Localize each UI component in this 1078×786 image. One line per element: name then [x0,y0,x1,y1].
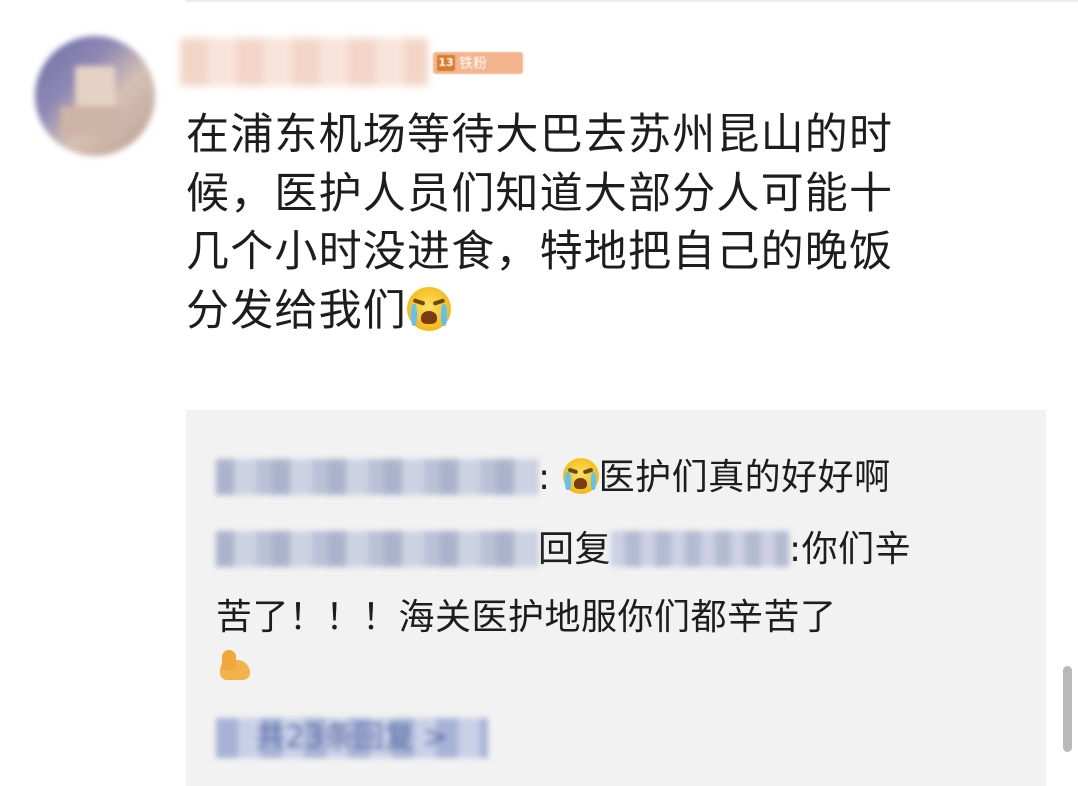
comment-line-4-text: 分发给我们 [186,285,407,336]
reply-text: 医护们真的好好啊 [598,457,891,498]
badge-level-icon: 13 [437,55,455,71]
comment-line-3: 几个小时没进食，特地把自己的晚饭 [186,227,894,277]
flexed-biceps-icon [216,648,256,688]
reply-separator: : [538,457,551,498]
reply-username-blurred[interactable] [216,459,538,495]
comment-text: 在浦东机场等待大巴去苏州昆山的时 候，医护人员们知道大部分人可能十 几个小时没进… [186,106,1036,340]
more-replies-label[interactable]: 共23条回复 > [216,718,488,758]
username-blurred[interactable] [180,38,428,86]
reply-action: 回复 [538,529,612,570]
reply-text-line-1: :你们辛 [789,529,912,570]
more-replies-link[interactable]: 共23条回复 > [216,718,488,758]
comment-line-4: 分发给我们 [186,282,1036,341]
reply-section: : 医护们真的好好啊 回复 :你们辛 苦了！！！海关医护地服你们都辛苦了 共23条… [186,410,1046,786]
mentioned-username-blurred[interactable] [611,531,790,567]
reply-item-1[interactable]: : 医护们真的好好啊 [216,448,891,500]
comment-line-1: 在浦东机场等待大巴去苏州昆山的时 [186,110,894,160]
reply-username-blurred[interactable] [216,531,538,567]
reply-text-line-2: 苦了！！！海关医护地服你们都辛苦了 [216,597,837,638]
fan-badge[interactable]: 13 铁粉 [433,52,523,74]
reply-item-2-emoji-line [216,648,256,697]
reply-item-2[interactable]: 回复 :你们辛 [216,520,911,572]
scrollbar[interactable] [1063,666,1072,752]
comment-line-2: 候，医护人员们知道大部分人可能十 [186,168,894,219]
crying-face-icon [562,458,599,494]
top-divider [185,0,1078,2]
avatar[interactable] [35,36,155,156]
reply-item-2-continued: 苦了！！！海关医护地服你们都辛苦了 [216,588,837,640]
crying-face-icon [407,286,451,331]
badge-label: 铁粉 [459,56,487,72]
